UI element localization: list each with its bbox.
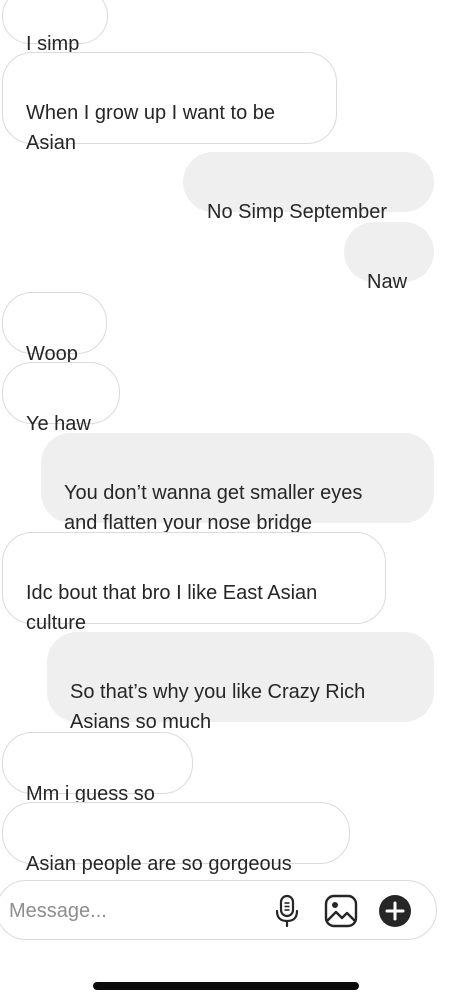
message-bubble-received[interactable]: Asian people are so gorgeous	[2, 802, 350, 875]
microphone-icon[interactable]	[267, 891, 307, 931]
message-composer	[0, 880, 437, 940]
message-bubble-received[interactable]: I simp	[2, 0, 108, 55]
message-bubble-received[interactable]: Ye haw	[2, 362, 120, 435]
message-text: So that’s why you like Crazy Rich Asians…	[70, 681, 366, 733]
message-bubble-received[interactable]: When I grow up I want to be Asian	[2, 52, 337, 154]
message-bubble-sent[interactable]: So that’s why you like Crazy Rich Asians…	[47, 632, 434, 733]
message-text: You don’t wanna get smaller eyes and fla…	[64, 482, 363, 534]
message-text: Ye haw	[26, 413, 91, 435]
message-thread: I simp When I grow up I want to be Asian…	[0, 0, 451, 875]
message-text: No Simp September	[207, 201, 388, 223]
message-bubble-received[interactable]: Mm i guess so	[2, 732, 193, 805]
message-bubble-received[interactable]: Woop	[2, 292, 107, 365]
message-bubble-received[interactable]: Idc bout that bro I like East Asian cult…	[2, 532, 386, 634]
plus-circle-icon[interactable]	[375, 891, 415, 931]
message-bubble-sent[interactable]: No Simp September	[183, 152, 434, 223]
message-text: Asian people are so gorgeous	[26, 853, 292, 875]
message-bubble-sent[interactable]: You don’t wanna get smaller eyes and fla…	[41, 433, 434, 534]
message-text: Naw	[367, 271, 408, 293]
message-input[interactable]	[9, 895, 249, 927]
message-text: When I grow up I want to be Asian	[26, 102, 276, 154]
message-bubble-sent[interactable]: Naw	[344, 222, 434, 293]
image-icon[interactable]	[321, 891, 361, 931]
home-indicator[interactable]	[93, 982, 359, 990]
message-text: Idc bout that bro I like East Asian cult…	[26, 582, 318, 634]
